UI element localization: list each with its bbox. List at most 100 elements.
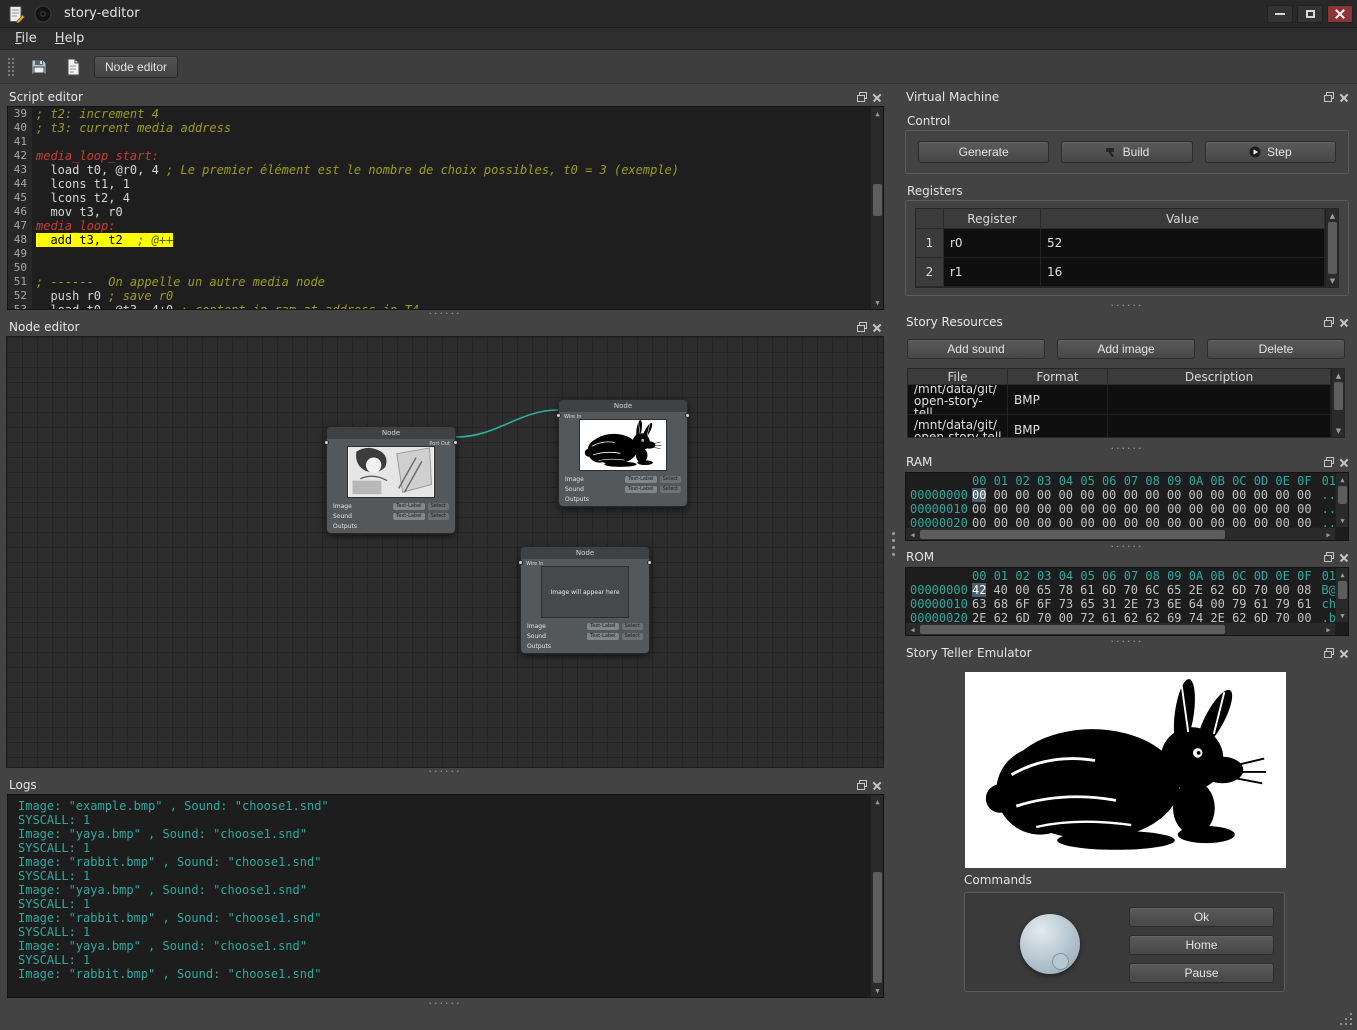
text-label-chip[interactable]: Text-Label xyxy=(625,476,656,483)
script-editor-float-button[interactable] xyxy=(854,90,869,104)
add-image-button[interactable]: Add image xyxy=(1057,339,1195,359)
scrollbar-thumb[interactable] xyxy=(1338,581,1347,599)
node-header[interactable]: Node xyxy=(559,400,687,412)
scroll-down-arrow[interactable] xyxy=(1336,514,1349,527)
resources-header-format[interactable]: Format xyxy=(1008,369,1108,385)
toolbar-drag-handle[interactable] xyxy=(8,58,14,76)
scrollbar-thumb[interactable] xyxy=(920,530,1225,539)
scroll-up-arrow[interactable] xyxy=(1332,369,1345,382)
delete-resource-button[interactable]: Delete xyxy=(1207,339,1345,359)
resources-header-file[interactable]: File xyxy=(908,369,1008,385)
emulator-close-button[interactable] xyxy=(1336,646,1351,660)
logs-close-button[interactable] xyxy=(869,778,884,792)
titlebar[interactable]: story-editor xyxy=(0,0,1357,28)
input-port[interactable] xyxy=(556,413,561,418)
scrollbar-thumb[interactable] xyxy=(873,184,882,216)
scroll-down-arrow[interactable] xyxy=(1326,274,1339,287)
logs-output[interactable]: Image: "example.bmp" , Sound: "choose1.s… xyxy=(7,794,884,998)
rom-vertical-scrollbar[interactable] xyxy=(1335,568,1348,622)
scrollbar-thumb[interactable] xyxy=(873,872,882,983)
scrollbar-thumb[interactable] xyxy=(920,625,1225,634)
ok-button[interactable]: Ok xyxy=(1129,907,1274,927)
text-label-chip[interactable]: Text-Label xyxy=(393,513,424,520)
pause-button[interactable]: Pause xyxy=(1129,963,1274,983)
splitter-script-node[interactable] xyxy=(0,310,890,318)
scrollbar-thumb[interactable] xyxy=(1334,382,1343,410)
splitter-node-logs[interactable] xyxy=(0,768,890,776)
selected-byte[interactable]: 42 xyxy=(972,583,986,597)
register-name-cell[interactable]: r1 xyxy=(944,258,1041,287)
ram-close-button[interactable] xyxy=(1336,455,1351,469)
script-editor-panel-header[interactable]: Script editor xyxy=(0,88,890,106)
window-resize-grip[interactable] xyxy=(1339,1012,1353,1026)
menu-file[interactable]: File xyxy=(6,29,46,48)
rom-hex-view[interactable]: 00 01 02 03 04 05 06 07 08 09 0A 0B 0C 0… xyxy=(905,567,1349,636)
emulator-panel-header[interactable]: Story Teller Emulator xyxy=(897,644,1357,662)
scroll-right-arrow[interactable] xyxy=(1322,623,1335,636)
scroll-up-arrow[interactable] xyxy=(871,795,884,808)
step-button[interactable]: Step xyxy=(1205,141,1336,163)
splitter-logs-bottom[interactable] xyxy=(0,1000,890,1008)
scroll-up-arrow[interactable] xyxy=(871,107,884,120)
scrollbar-thumb[interactable] xyxy=(1328,222,1337,274)
output-port[interactable] xyxy=(685,413,690,418)
scroll-down-arrow[interactable] xyxy=(871,984,884,997)
script-editor-close-button[interactable] xyxy=(869,90,884,104)
row-header[interactable]: 1 xyxy=(916,229,944,258)
build-button[interactable]: Build xyxy=(1061,141,1192,163)
input-port[interactable] xyxy=(324,440,329,445)
scroll-up-arrow[interactable] xyxy=(1336,568,1349,581)
ram-horizontal-scrollbar[interactable] xyxy=(906,527,1335,540)
output-port[interactable] xyxy=(453,440,458,445)
select-chip[interactable]: Select xyxy=(428,503,449,510)
scroll-down-arrow[interactable] xyxy=(1336,609,1349,622)
text-label-chip[interactable]: Text-Label xyxy=(393,503,424,510)
selection-knob[interactable] xyxy=(1020,914,1080,974)
select-chip[interactable]: Select xyxy=(660,486,681,493)
node-header[interactable]: Node xyxy=(327,427,455,439)
rom-panel-header[interactable]: ROM xyxy=(897,548,1357,566)
ram-panel-header[interactable]: RAM xyxy=(897,453,1357,471)
register-name-cell[interactable]: r0 xyxy=(944,229,1041,258)
splitter-vm-resources[interactable] xyxy=(897,302,1357,310)
resources-close-button[interactable] xyxy=(1336,315,1351,329)
ram-vertical-scrollbar[interactable] xyxy=(1335,473,1348,527)
text-label-chip[interactable]: Text-Label xyxy=(625,486,656,493)
registers-table[interactable]: Register Value 1 r0 52 2 r1 16 xyxy=(915,208,1339,288)
selected-byte[interactable]: 00 xyxy=(972,488,986,502)
maximize-button[interactable] xyxy=(1297,5,1323,23)
script-editor-vertical-scrollbar[interactable] xyxy=(870,107,883,309)
node-editor-canvas[interactable]: Node Port Out I xyxy=(6,336,884,768)
ram-float-button[interactable] xyxy=(1321,455,1336,469)
node-editor-panel-header[interactable]: Node editor xyxy=(0,318,890,336)
media-node-3[interactable]: Node Wire In Image will appear here Imag… xyxy=(520,546,650,654)
select-chip[interactable]: Select xyxy=(660,476,681,483)
new-script-button[interactable] xyxy=(60,54,86,80)
node-editor-toggle-button[interactable]: Node editor xyxy=(94,56,178,78)
node-editor-close-button[interactable] xyxy=(869,320,884,334)
registers-vertical-scrollbar[interactable] xyxy=(1325,209,1338,287)
logs-vertical-scrollbar[interactable] xyxy=(870,795,883,997)
rom-horizontal-scrollbar[interactable] xyxy=(906,622,1335,635)
node-header[interactable]: Node xyxy=(521,547,649,559)
resource-file-cell[interactable]: /mnt/data/git/open-story-tell… xyxy=(908,385,1008,415)
logs-panel-header[interactable]: Logs xyxy=(0,776,890,794)
select-chip[interactable]: Select xyxy=(622,633,643,640)
text-label-chip[interactable]: Text-Label xyxy=(587,623,618,630)
virtual-machine-panel-header[interactable]: Virtual Machine xyxy=(897,88,1357,106)
select-chip[interactable]: Select xyxy=(428,513,449,520)
ram-hex-view[interactable]: 00 01 02 03 04 05 06 07 08 09 0A 0B 0C 0… xyxy=(905,472,1349,541)
scroll-down-arrow[interactable] xyxy=(871,296,884,309)
story-resources-panel-header[interactable]: Story Resources xyxy=(897,313,1357,331)
scroll-left-arrow[interactable] xyxy=(906,623,919,636)
vm-close-button[interactable] xyxy=(1336,90,1351,104)
rom-close-button[interactable] xyxy=(1336,550,1351,564)
scroll-down-arrow[interactable] xyxy=(1332,424,1345,437)
resource-format-cell[interactable]: BMP xyxy=(1008,385,1108,415)
scrollbar-thumb[interactable] xyxy=(1338,486,1347,504)
text-label-chip[interactable]: Text-Label xyxy=(587,633,618,640)
vm-float-button[interactable] xyxy=(1321,90,1336,104)
add-sound-button[interactable]: Add sound xyxy=(907,339,1045,359)
menu-help[interactable]: Help xyxy=(46,29,94,48)
output-port[interactable] xyxy=(647,560,652,565)
